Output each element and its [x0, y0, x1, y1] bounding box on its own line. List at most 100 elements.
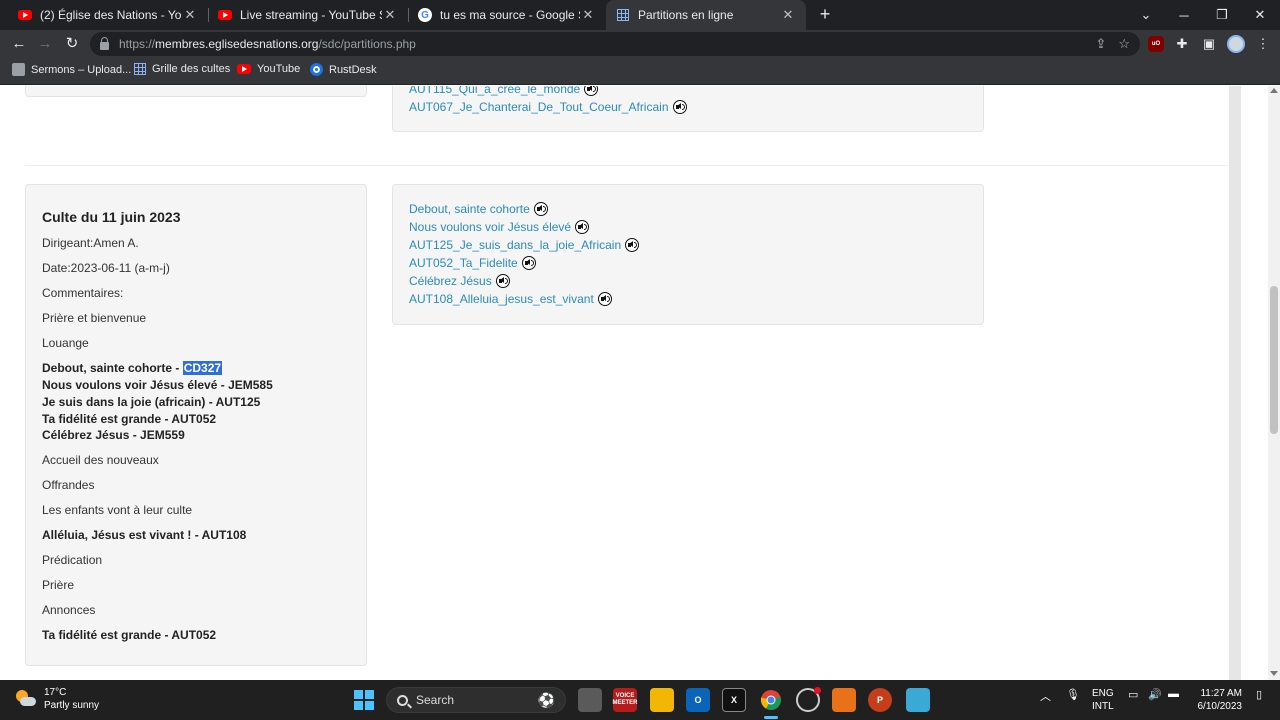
powerpoint-icon[interactable]: P [868, 688, 892, 712]
bookmark-label: RustDesk [329, 63, 377, 76]
tray-overflow-icon[interactable]: ︿ [1040, 688, 1051, 704]
speaker-icon[interactable] [597, 292, 612, 306]
battery-icon[interactable]: ▬ [1168, 688, 1179, 700]
search-label: Search [416, 693, 455, 707]
score-link[interactable]: AUT125_Je_suis_dans_la_joie_Africain [409, 238, 640, 252]
voicemeeter-icon[interactable]: VOICE MEETER [613, 688, 638, 712]
weather-widget[interactable]: 17°C Partly sunny [14, 686, 99, 712]
score-link[interactable]: Célébrez Jésus [409, 274, 510, 288]
tab-search-button[interactable]: ⌄ [1128, 0, 1164, 30]
tab-google-search[interactable]: G tu es ma source - Google Search ✕ [408, 0, 606, 30]
obs-icon[interactable] [796, 687, 821, 712]
system-clock[interactable]: 11:27 AM 6/10/2023 [1190, 687, 1243, 713]
back-button[interactable]: ← [8, 34, 30, 54]
side-panel-icon[interactable]: ▣ [1200, 35, 1218, 53]
profile-avatar[interactable] [1227, 35, 1245, 53]
section-divider [25, 165, 1228, 166]
tab-partitions[interactable]: Partitions en ligne ✕ [606, 0, 806, 30]
tab-strip: (2) Église des Nations - YouTube ✕ Live … [0, 0, 1280, 30]
service-title: Culte du 11 juin 2023 [42, 209, 181, 225]
extensions-icon[interactable]: ✚ [1173, 35, 1191, 53]
score-link[interactable]: AUT052_Ta_Fidelite [409, 256, 536, 270]
ublock-icon[interactable]: uO [1147, 35, 1165, 53]
previous-service-panel [25, 86, 367, 97]
score-link[interactable]: AUT067_Je_Chanterai_De_Tout_Coeur_Africa… [409, 100, 687, 114]
worship-song: Célébrez Jésus - JEM559 [42, 428, 185, 442]
score-link[interactable]: AUT115_Qui_a_crée_le_monde [409, 86, 599, 96]
program-item: Prière [42, 578, 75, 592]
selected-text: CD327 [182, 361, 223, 375]
bookmark-rustdesk[interactable]: RustDesk [310, 63, 377, 76]
minimize-button[interactable]: ─ [1166, 0, 1202, 30]
volume-icon[interactable]: 🔊 [1148, 688, 1162, 701]
vertical-scrollbar[interactable] [1268, 86, 1280, 680]
close-window-button[interactable]: ✕ [1242, 0, 1278, 30]
bookmarks-bar: Sermons – Upload... Grille des cultes Yo… [0, 58, 1280, 85]
speaker-icon[interactable] [521, 256, 536, 270]
tab-title: tu es ma source - Google Search [440, 8, 580, 22]
program-item: Les enfants vont à leur culte [42, 503, 193, 517]
task-view-icon[interactable] [578, 688, 602, 712]
grid-icon [616, 8, 630, 22]
outlook-icon[interactable]: O [686, 688, 710, 712]
scroll-thumb[interactable] [1270, 286, 1278, 434]
close-icon[interactable]: ✕ [182, 7, 198, 23]
speaker-icon[interactable] [533, 202, 548, 216]
service-leader: Dirigeant:Amen A. [42, 236, 139, 250]
image-icon [12, 63, 25, 76]
weather-condition: Partly sunny [44, 700, 100, 711]
grid-icon [134, 63, 146, 75]
start-button[interactable] [352, 688, 376, 712]
taskbar-search[interactable]: Search ⚽ [386, 687, 566, 713]
bookmark-sermons[interactable]: Sermons – Upload... [12, 63, 131, 76]
scroll-up-icon[interactable] [1270, 88, 1278, 93]
speaker-icon[interactable] [584, 86, 599, 96]
tab-youtube-studio[interactable]: Live streaming - YouTube Studio ✕ [208, 0, 408, 30]
score-link[interactable]: Debout, sainte cohorte [409, 202, 548, 216]
forward-button[interactable]: → [34, 34, 56, 54]
chrome-icon[interactable] [759, 688, 783, 712]
maximize-button[interactable]: ❐ [1204, 0, 1240, 30]
program-item: Offrandes [42, 478, 95, 492]
rustdesk-icon [310, 63, 323, 76]
worship-song: Je suis dans la joie (africain) - AUT125 [42, 395, 261, 409]
menu-icon[interactable]: ⋮ [1254, 35, 1272, 53]
browser-toolbar: ← → ↻ https://membres.eglisedesnations.o… [0, 30, 1280, 58]
google-icon: G [418, 8, 432, 22]
new-tab-button[interactable]: + [815, 4, 835, 24]
notepad-icon[interactable] [906, 688, 930, 712]
file-explorer-icon[interactable] [650, 688, 674, 712]
share-icon[interactable]: ⇪ [1095, 36, 1106, 52]
bookmark-grille[interactable]: Grille des cultes [134, 63, 230, 75]
bookmark-star-icon[interactable]: ☆ [1118, 36, 1130, 52]
close-icon[interactable]: ✕ [580, 7, 596, 23]
speaker-icon[interactable] [495, 274, 510, 288]
score-link[interactable]: Nous voulons voir Jésus élevé [409, 220, 590, 234]
program-item: Annonces [42, 603, 96, 617]
tab-youtube[interactable]: (2) Église des Nations - YouTube ✕ [8, 0, 208, 30]
program-item: Prière et bienvenue [42, 311, 147, 325]
speaker-icon[interactable] [625, 238, 640, 252]
youtube-icon [218, 8, 232, 22]
speaker-icon[interactable] [575, 220, 590, 234]
reload-button[interactable]: ↻ [61, 34, 83, 54]
close-icon[interactable]: ✕ [382, 7, 398, 23]
display-icon[interactable]: ▭ [1128, 688, 1138, 701]
language-indicator[interactable]: ENG INTL [1092, 687, 1114, 713]
score-link[interactable]: AUT108_Alleluia_jesus_est_vivant [409, 292, 612, 306]
lock-icon[interactable] [100, 37, 109, 50]
bookmark-label: Sermons – Upload... [31, 63, 132, 76]
program-item: Accueil des nouveaux [42, 453, 159, 467]
scroll-down-icon[interactable] [1270, 671, 1278, 676]
bookmark-youtube[interactable]: YouTube [237, 63, 300, 75]
notification-icon[interactable]: ▯ [1256, 688, 1262, 701]
office-icon[interactable] [832, 688, 856, 712]
x-air-icon[interactable]: X [722, 688, 746, 712]
worship-song: Ta fidélité est grande - AUT052 [42, 412, 217, 426]
speaker-icon[interactable] [672, 100, 687, 114]
program-item: Louange [42, 336, 89, 350]
microphone-icon[interactable]: 🎙 [1066, 688, 1080, 701]
close-icon[interactable]: ✕ [780, 7, 796, 23]
windows-taskbar: 17°C Partly sunny Search ⚽ VOICE MEETER … [0, 680, 1280, 720]
address-bar[interactable]: https://membres.eglisedesnations.org/sdc… [90, 32, 1140, 56]
